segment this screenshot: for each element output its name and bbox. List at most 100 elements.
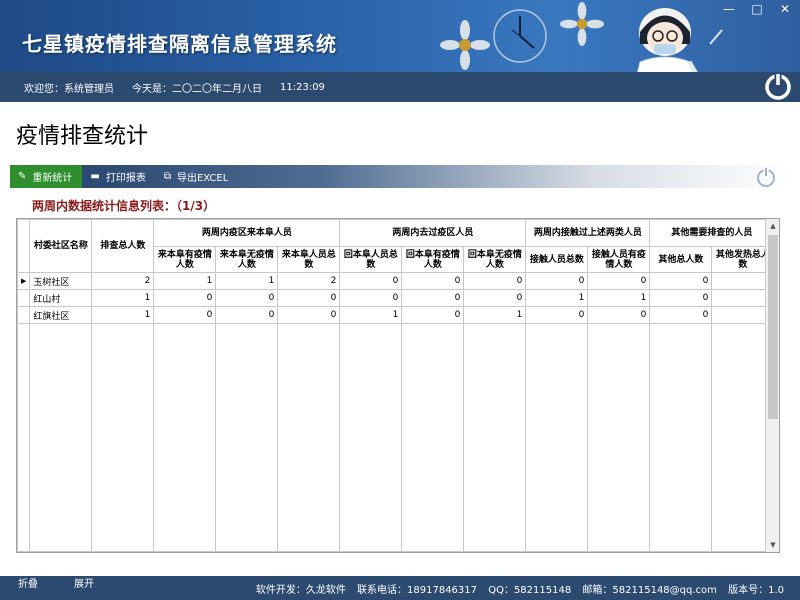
group-header-incoming: 两周内疫区来本阜人员 bbox=[153, 219, 341, 247]
date-text: 今天是：二〇二〇年二月八日 bbox=[132, 83, 262, 95]
total-cell: 1 bbox=[153, 551, 217, 552]
print-icon: ▬ bbox=[90, 171, 100, 182]
power-icon[interactable] bbox=[754, 165, 778, 189]
cell: 1 bbox=[215, 272, 279, 290]
cell: 0 bbox=[463, 272, 527, 290]
col-header-name[interactable]: 村委社区名称 bbox=[29, 219, 93, 273]
cell: 0 bbox=[215, 289, 279, 307]
footer-info: 软件开发：久龙软件 联系电话：18917846317 QQ：582115148 … bbox=[248, 581, 784, 596]
maximize-button[interactable]: □ bbox=[750, 2, 764, 16]
expand-button[interactable]: 展开 bbox=[56, 576, 112, 600]
total-cell: 0 bbox=[401, 551, 465, 552]
cell: 0 bbox=[401, 289, 465, 307]
cell: 0 bbox=[587, 306, 651, 324]
table-row[interactable]: 红旗社区 1 0 0 0 1 0 1 0 0 0 0 bbox=[17, 306, 775, 324]
info-bar: 欢迎您：系统管理员 今天是：二〇二〇年二月八日 11:23:09 bbox=[0, 72, 800, 102]
stats-table: 村委社区名称 排查总人数 两周内疫区来本阜人员 两周内去过疫区人员 两周内接触过… bbox=[17, 219, 775, 552]
cell: 0 bbox=[215, 306, 279, 324]
col-header[interactable]: 来本阜有疫情人数 bbox=[153, 246, 217, 273]
cell: 1 bbox=[463, 306, 527, 324]
cell: 1 bbox=[91, 306, 155, 324]
totals-row: 4 1 1 2 1 0 1 1 1 0 0 bbox=[17, 551, 775, 552]
cell: 1 bbox=[525, 289, 589, 307]
scroll-up-icon[interactable]: ▲ bbox=[766, 219, 779, 233]
col-header[interactable]: 回本阜人员总数 bbox=[339, 246, 403, 273]
col-header[interactable]: 来本阜人员总数 bbox=[277, 246, 341, 273]
cell-name: 红山村 bbox=[29, 289, 93, 307]
total-cell: 1 bbox=[215, 551, 279, 552]
cell: 0 bbox=[401, 306, 465, 324]
stats-grid[interactable]: 村委社区名称 排查总人数 两周内疫区来本阜人员 两周内去过疫区人员 两周内接触过… bbox=[16, 218, 780, 553]
app-header: 七星镇疫情排查隔离信息管理系统 — □ ✕ bbox=[0, 0, 800, 72]
cell: 0 bbox=[649, 306, 713, 324]
col-header[interactable]: 其他总人数 bbox=[649, 246, 713, 273]
cell: 0 bbox=[153, 306, 217, 324]
toolbar: ✎ 重新统计 ▬ 打印报表 ⧉ 导出EXCEL bbox=[10, 165, 790, 188]
qq-text: QQ：582115148 bbox=[488, 585, 572, 596]
cell: 0 bbox=[339, 289, 403, 307]
total-cell: 1 bbox=[463, 551, 527, 552]
cell: 1 bbox=[91, 289, 155, 307]
list-title: 两周内数据统计信息列表：（1/3） bbox=[32, 199, 216, 213]
print-report-button[interactable]: ▬ 打印报表 bbox=[82, 165, 155, 188]
clock-icon bbox=[493, 9, 547, 63]
print-report-label: 打印报表 bbox=[105, 173, 146, 184]
developer-text: 软件开发：久龙软件 bbox=[255, 585, 346, 596]
cell: 0 bbox=[525, 272, 589, 290]
cell: 0 bbox=[587, 272, 651, 290]
cell: 0 bbox=[153, 289, 217, 307]
refresh-stats-button[interactable]: ✎ 重新统计 bbox=[10, 165, 83, 188]
col-header[interactable]: 回本阜有疫情人数 bbox=[401, 246, 465, 273]
version-text: 版本号：1.0 bbox=[728, 585, 784, 596]
row-indicator-header bbox=[17, 219, 31, 273]
phone-text: 联系电话：18917846317 bbox=[357, 585, 478, 596]
flower-icon bbox=[440, 20, 490, 70]
cell: 2 bbox=[91, 272, 155, 290]
cell: 0 bbox=[339, 272, 403, 290]
total-cell: 1 bbox=[587, 551, 651, 552]
scroll-thumb[interactable] bbox=[768, 235, 778, 419]
table-row[interactable]: 红山村 1 0 0 0 0 0 0 1 1 0 0 bbox=[17, 289, 775, 307]
cell: 0 bbox=[649, 272, 713, 290]
time-text: 11:23:09 bbox=[280, 81, 325, 93]
edit-icon: ✎ bbox=[18, 171, 27, 182]
col-header[interactable]: 来本阜无疫情人数 bbox=[215, 246, 279, 273]
minimize-button[interactable]: — bbox=[722, 2, 736, 16]
group-header-contacts: 两周内接触过上述两类人员 bbox=[525, 219, 651, 247]
group-header-others: 其他需要排查的人员 bbox=[649, 219, 775, 247]
cell: 0 bbox=[649, 289, 713, 307]
email-text: 邮箱：582115148@qq.com bbox=[582, 585, 717, 596]
col-header[interactable]: 接触人员总数 bbox=[525, 246, 589, 273]
group-header-visited: 两周内去过疫区人员 bbox=[339, 219, 527, 247]
export-icon: ⧉ bbox=[163, 171, 171, 182]
cell: 0 bbox=[277, 306, 341, 324]
close-button[interactable]: ✕ bbox=[778, 2, 792, 16]
export-excel-button[interactable]: ⧉ 导出EXCEL bbox=[156, 165, 238, 188]
cell: 0 bbox=[525, 306, 589, 324]
refresh-stats-label: 重新统计 bbox=[32, 173, 73, 184]
col-header[interactable]: 接触人员有疫情人数 bbox=[587, 246, 651, 273]
current-row-indicator-icon: ▶ bbox=[17, 272, 31, 290]
total-cell: 4 bbox=[91, 551, 155, 552]
cell-name: 红旗社区 bbox=[29, 306, 93, 324]
scroll-down-icon[interactable]: ▼ bbox=[766, 538, 779, 552]
cell: 0 bbox=[401, 272, 465, 290]
empty-area bbox=[17, 323, 775, 552]
vertical-scrollbar[interactable]: ▲ ▼ bbox=[765, 219, 779, 552]
export-excel-label: 导出EXCEL bbox=[176, 173, 229, 184]
table-row[interactable]: ▶ 玉树社区 2 1 1 2 0 0 0 0 0 0 0 bbox=[17, 272, 775, 290]
cell: 0 bbox=[463, 289, 527, 307]
collapse-button[interactable]: 折叠 bbox=[0, 576, 56, 600]
power-icon[interactable] bbox=[762, 70, 794, 102]
col-header[interactable]: 回本阜无疫情人数 bbox=[463, 246, 527, 273]
cell-name: 玉树社区 bbox=[29, 272, 93, 290]
col-header-total[interactable]: 排查总人数 bbox=[91, 219, 155, 273]
welcome-text: 欢迎您：系统管理员 bbox=[24, 83, 114, 95]
footer: 折叠 展开 软件开发：久龙软件 联系电话：18917846317 QQ：5821… bbox=[0, 576, 800, 600]
doctor-illustration bbox=[637, 8, 723, 72]
flower-icon bbox=[560, 2, 604, 46]
total-cell: 1 bbox=[339, 551, 403, 552]
total-cell: 0 bbox=[649, 551, 713, 552]
cell: 1 bbox=[153, 272, 217, 290]
page-title: 疫情排查统计 bbox=[16, 118, 149, 150]
